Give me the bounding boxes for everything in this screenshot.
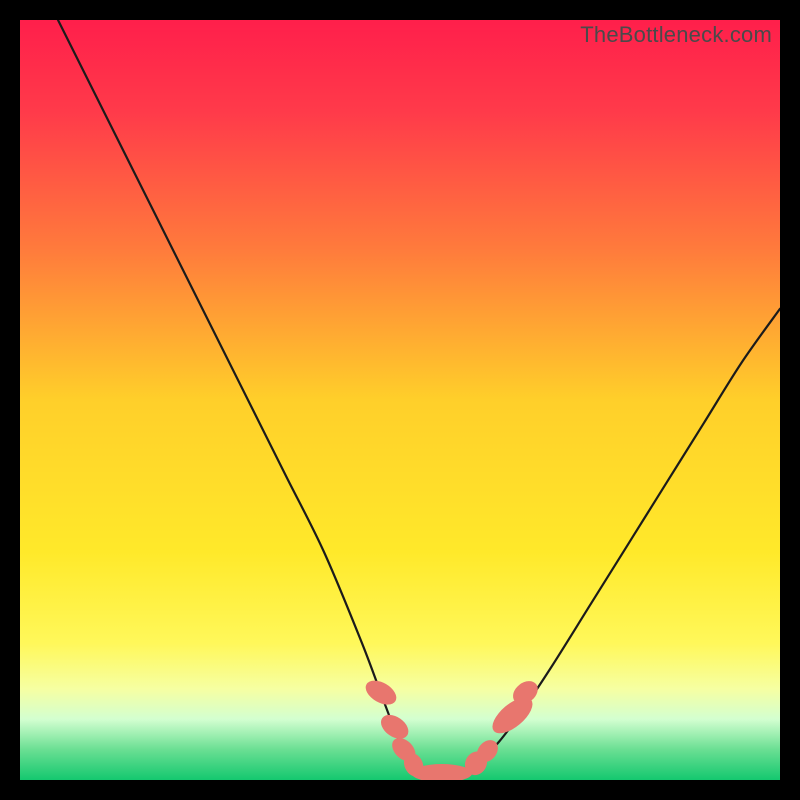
outer-frame: TheBottleneck.com (0, 0, 800, 800)
curve-marker (377, 710, 413, 744)
curve-group (58, 20, 780, 773)
marker-group (362, 676, 543, 780)
chart-svg (20, 20, 780, 780)
bottleneck-curve (58, 20, 780, 773)
curve-marker (362, 676, 401, 710)
plot-area: TheBottleneck.com (20, 20, 780, 780)
